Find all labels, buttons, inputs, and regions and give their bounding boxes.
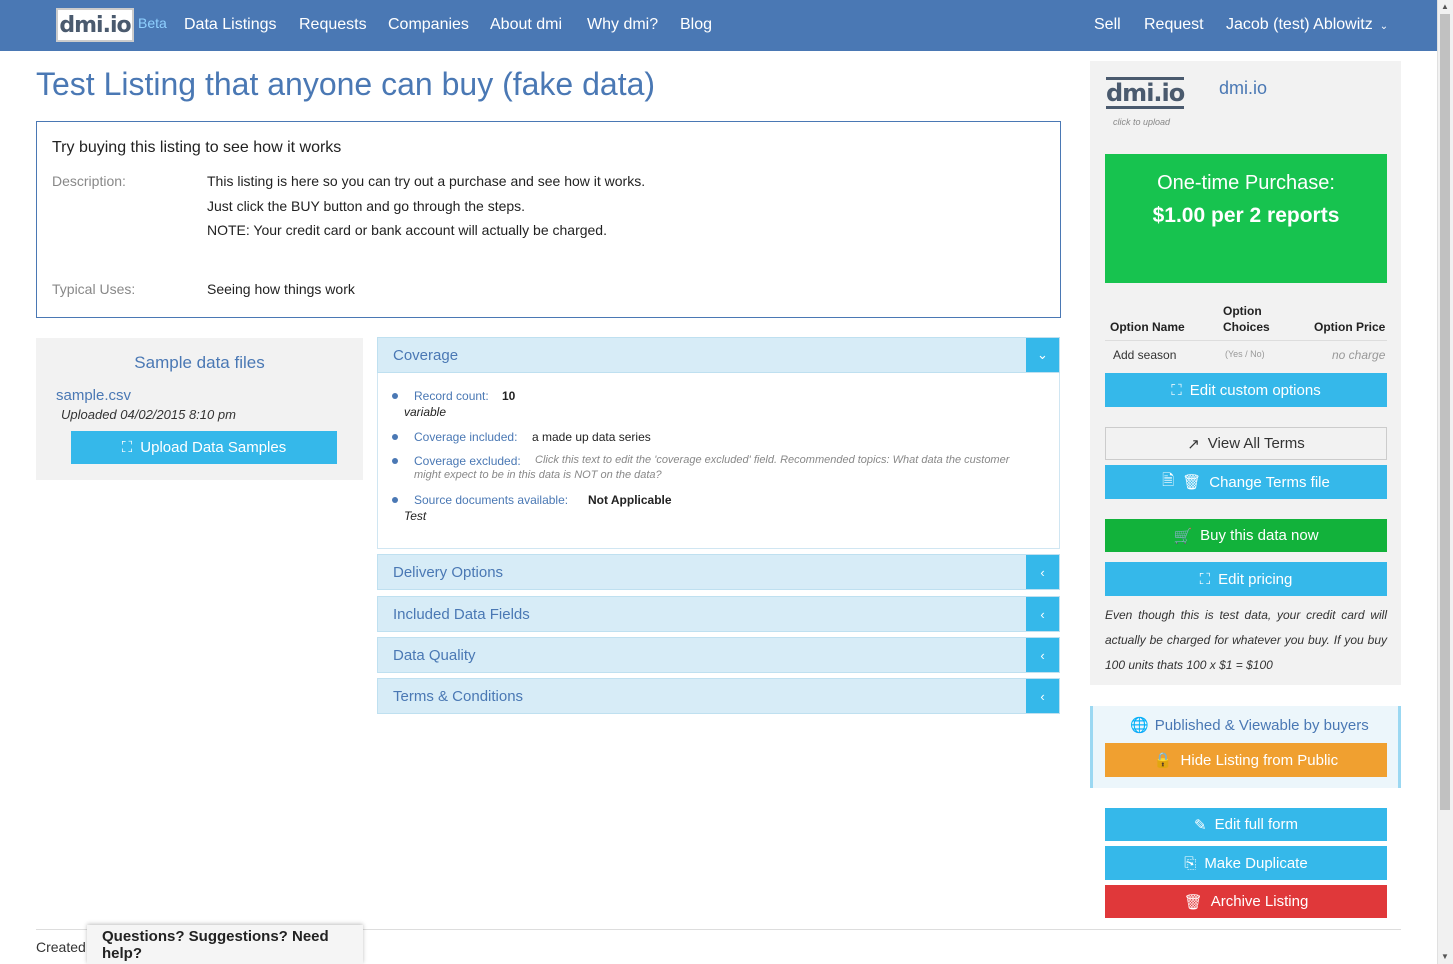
copy-icon: ⎘ <box>1184 854 1197 872</box>
source-documents-note: Test <box>404 509 427 523</box>
terms-conditions-section-header[interactable]: Terms & Conditions ‹ <box>377 678 1060 714</box>
sample-file-link[interactable]: sample.csv <box>56 387 131 404</box>
nav-sell[interactable]: Sell <box>1094 16 1121 34</box>
record-count-note: variable <box>404 405 447 419</box>
chevron-down-icon[interactable]: ⌄ <box>1026 338 1059 372</box>
coverage-included-label: Coverage included: <box>414 430 518 444</box>
make-duplicate-button[interactable]: ⎘ Make Duplicate <box>1105 846 1387 880</box>
seller-company-link[interactable]: dmi.io <box>1219 78 1267 99</box>
option-name-header: Option Name <box>1110 320 1185 334</box>
sample-upload-date: Uploaded 04/02/2015 8:10 pm <box>61 407 236 422</box>
seller-logo[interactable]: dmi.io <box>1106 77 1185 109</box>
logo-upload-hint[interactable]: click to upload <box>1113 117 1170 127</box>
coverage-included-value: a made up data series <box>532 430 651 444</box>
delivery-options-section-header[interactable]: Delivery Options ‹ <box>377 554 1060 590</box>
data-quality-section-header[interactable]: Data Quality ‹ <box>377 637 1060 673</box>
buy-data-button[interactable]: 🛒 Buy this data now <box>1105 519 1387 552</box>
chevron-left-icon[interactable]: ‹ <box>1026 638 1059 672</box>
pencil-icon: ✎ <box>1194 816 1207 834</box>
description-box: Try buying this listing to see how it wo… <box>36 121 1061 318</box>
bullet-icon <box>392 434 398 440</box>
user-menu[interactable]: Jacob (test) Ablowitz ⌄ <box>1226 16 1388 34</box>
coverage-section-header[interactable]: Coverage ⌄ <box>377 337 1060 373</box>
external-link-icon: ↗ <box>1187 435 1200 453</box>
option-row-price: no charge <box>1332 348 1386 362</box>
table-divider <box>1105 340 1387 341</box>
bullet-icon <box>392 458 398 464</box>
source-documents-value: Not Applicable <box>588 493 672 507</box>
coverage-excluded-label: Coverage excluded: <box>414 454 521 468</box>
nav-requests[interactable]: Requests <box>299 16 367 34</box>
change-terms-file-button[interactable]: 🗎 🗑 Change Terms file <box>1105 465 1387 499</box>
price-type: One-time Purchase: <box>1157 172 1335 194</box>
option-choices-header: Choices <box>1223 320 1270 334</box>
included-data-fields-section-header[interactable]: Included Data Fields ‹ <box>377 596 1060 632</box>
expand-icon: ⛶ <box>1199 570 1211 588</box>
view-all-terms-button[interactable]: ↗ View All Terms <box>1105 427 1387 460</box>
description-heading: Try buying this listing to see how it wo… <box>52 139 342 156</box>
bullet-icon <box>392 497 398 503</box>
record-count-value: 10 <box>502 389 516 403</box>
dmi-logo[interactable]: dmi.io <box>56 8 134 42</box>
edit-full-form-button[interactable]: ✎ Edit full form <box>1105 808 1387 841</box>
sample-data-title: Sample data files <box>134 353 265 372</box>
archive-listing-button[interactable]: 🗑 Archive Listing <box>1105 885 1387 918</box>
scroll-down-arrow-icon[interactable]: ▼ <box>1441 952 1449 961</box>
top-navbar: dmi.io Beta Data Listings Requests Compa… <box>0 0 1437 51</box>
edit-custom-options-button[interactable]: ⛶ Edit custom options <box>1105 373 1387 407</box>
chevron-left-icon[interactable]: ‹ <box>1026 679 1059 713</box>
globe-icon: 🌐 <box>1130 717 1149 734</box>
edit-pricing-button[interactable]: ⛶ Edit pricing <box>1105 562 1387 596</box>
nav-blog[interactable]: Blog <box>680 16 712 34</box>
option-row-name: Add season <box>1113 348 1177 362</box>
expand-icon: ⛶ <box>121 439 133 456</box>
chevron-down-icon: ⌄ <box>1379 21 1389 32</box>
cart-icon: 🛒 <box>1173 527 1193 545</box>
coverage-excluded-editable[interactable]: Click this text to edit the 'coverage ex… <box>535 454 1009 466</box>
expand-icon: ⛶ <box>1171 381 1182 399</box>
nav-companies[interactable]: Companies <box>388 16 469 34</box>
test-charge-note: Even though this is test data, your cred… <box>1105 608 1387 672</box>
source-documents-label: Source documents available: <box>414 493 569 507</box>
option-price-header: Option Price <box>1314 320 1386 334</box>
nav-request[interactable]: Request <box>1144 16 1204 34</box>
nav-why-dmi[interactable]: Why dmi? <box>587 16 658 34</box>
scrollbar-thumb[interactable] <box>1440 14 1450 810</box>
description-line: NOTE: Your credit card or bank account w… <box>207 222 607 238</box>
chevron-left-icon[interactable]: ‹ <box>1026 597 1059 631</box>
option-choices-header: Option <box>1223 304 1262 318</box>
typical-uses-value: Seeing how things work <box>207 281 355 297</box>
price-box: One-time Purchase: $1.00 per 2 reports <box>1105 154 1387 283</box>
page-title: Test Listing that anyone can buy (fake d… <box>36 66 656 102</box>
price-amount: $1.00 per 2 reports <box>1152 204 1340 227</box>
record-count-label: Record count: <box>414 389 489 403</box>
description-line: Just click the BUY button and go through… <box>207 198 526 214</box>
option-row-choices: (Yes / No) <box>1225 349 1265 359</box>
publish-status: 🌐 Published & Viewable by buyers <box>1130 717 1369 734</box>
bullet-icon <box>392 393 398 399</box>
help-chat-tab[interactable]: Questions? Suggestions? Need help? <box>87 925 363 964</box>
typical-uses-label: Typical Uses: <box>52 281 136 297</box>
scroll-up-arrow-icon[interactable]: ▲ <box>1441 2 1449 11</box>
upload-data-samples-button[interactable]: ⛶ Upload Data Samples <box>71 431 337 464</box>
coverage-section-body: Record count: 10 variable Coverage inclu… <box>377 373 1060 549</box>
lock-icon: 🔒 <box>1153 752 1173 769</box>
trash-icon: 🗑 <box>1182 474 1202 491</box>
nav-data-listings[interactable]: Data Listings <box>184 16 277 34</box>
file-icon: 🗎 <box>1162 471 1175 489</box>
created-label: Created <box>36 939 86 955</box>
beta-label: Beta <box>138 15 167 31</box>
hide-listing-button[interactable]: 🔒 Hide Listing from Public <box>1105 743 1387 777</box>
chevron-left-icon[interactable]: ‹ <box>1026 555 1059 589</box>
nav-about-dmi[interactable]: About dmi <box>490 16 562 34</box>
coverage-excluded-editable[interactable]: might expect to be in this data is NOT o… <box>414 469 662 481</box>
description-label: Description: <box>52 173 126 189</box>
description-line: This listing is here so you can try out … <box>207 173 646 189</box>
trash-icon: 🗑 <box>1183 893 1203 911</box>
